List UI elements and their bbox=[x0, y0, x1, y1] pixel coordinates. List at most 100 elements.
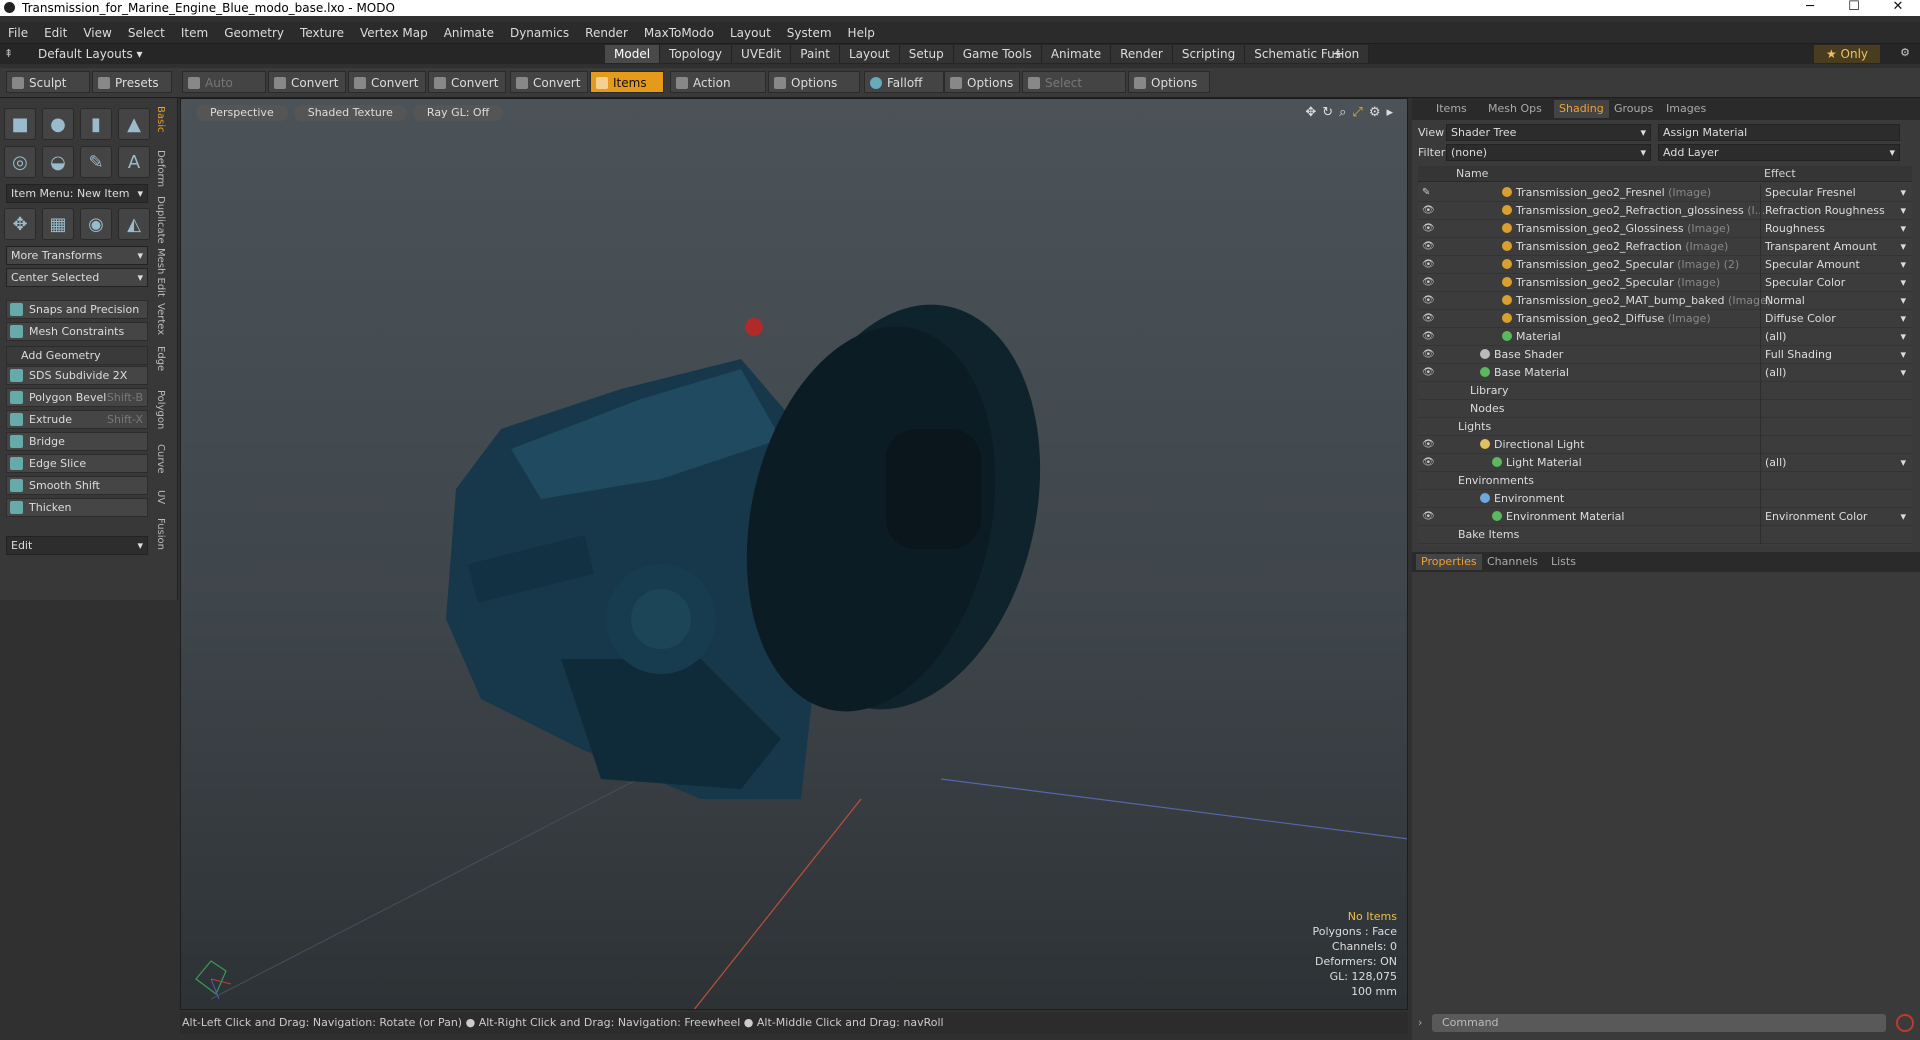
visibility-eye-icon[interactable]: 👁 bbox=[1422, 310, 1435, 328]
vtab-vertex[interactable]: Vertex bbox=[155, 303, 166, 335]
tool-polygon-bevel[interactable]: Polygon Bevel Shift-B bbox=[6, 388, 148, 407]
filter-dropdown[interactable]: (none) bbox=[1446, 144, 1651, 161]
rotate-icon[interactable]: ◉ bbox=[80, 208, 112, 240]
tool-sds-subdivide-2x[interactable]: SDS Subdivide 2X bbox=[6, 366, 148, 385]
menu-help[interactable]: Help bbox=[840, 22, 883, 44]
ptab-properties[interactable]: Properties bbox=[1416, 554, 1482, 570]
effect-cell[interactable]: Specular Color bbox=[1760, 274, 1912, 292]
effect-cell[interactable]: Specular Fresnel bbox=[1760, 184, 1912, 202]
tool-smooth-shift[interactable]: Smooth Shift bbox=[6, 476, 148, 495]
effect-cell[interactable]: Refraction Roughness bbox=[1760, 202, 1912, 220]
tree-row[interactable]: 👁 Directional Light bbox=[1418, 436, 1912, 454]
settings-icon[interactable]: ⚙ bbox=[1369, 105, 1381, 120]
tree-row[interactable]: ✎ Transmission_geo2_Fresnel (Image) Specul… bbox=[1418, 184, 1912, 202]
pen-icon[interactable]: ✎ bbox=[80, 146, 112, 178]
menu-edit[interactable]: Edit bbox=[36, 22, 75, 44]
assign-material-button[interactable]: Assign Material bbox=[1658, 124, 1900, 141]
3d-viewport[interactable]: Perspective Shaded Texture Ray GL: Off ✥… bbox=[180, 98, 1408, 1010]
tree-row[interactable]: 👁 Transmission_geo2_Specular (Image) Specu… bbox=[1418, 274, 1912, 292]
sphere-icon[interactable]: ● bbox=[42, 108, 74, 140]
effect-cell[interactable]: Environment Color bbox=[1760, 508, 1912, 526]
add-geometry-header[interactable]: Add Geometry bbox=[6, 346, 148, 365]
tree-row[interactable]: Library bbox=[1418, 382, 1912, 400]
visibility-eye-icon[interactable]: 👁 bbox=[1422, 364, 1435, 382]
tree-row[interactable]: Bake Items bbox=[1418, 526, 1912, 544]
item-menu-dropdown[interactable]: Item Menu: New Item bbox=[6, 184, 148, 203]
only-button[interactable]: ★ Only bbox=[1814, 45, 1880, 63]
vtab-basic[interactable]: Basic bbox=[155, 106, 166, 132]
tree-row[interactable]: 👁 Transmission_geo2_Refraction_glossiness… bbox=[1418, 202, 1912, 220]
vtab-duplicate[interactable]: Duplicate bbox=[155, 196, 166, 244]
convert-button-1[interactable]: Convert bbox=[268, 71, 346, 93]
effect-cell[interactable]: Specular Amount bbox=[1760, 256, 1912, 274]
effect-cell[interactable]: Full Shading bbox=[1760, 346, 1912, 364]
visibility-eye-icon[interactable]: 👁 bbox=[1422, 274, 1435, 292]
effect-cell[interactable]: Diffuse Color bbox=[1760, 310, 1912, 328]
add-tab-icon[interactable]: + bbox=[1332, 44, 1344, 64]
options-button-2[interactable]: Options bbox=[944, 71, 1020, 93]
tree-row[interactable]: Nodes bbox=[1418, 400, 1912, 418]
grid-icon[interactable]: ▦ bbox=[42, 208, 74, 240]
effect-cell[interactable]: Normal bbox=[1760, 292, 1912, 310]
tool-extrude[interactable]: Extrude Shift-X bbox=[6, 410, 148, 429]
zoom-icon[interactable]: ⌕ bbox=[1339, 105, 1346, 120]
name-column-header[interactable]: Name bbox=[1456, 167, 1488, 180]
menu-animate[interactable]: Animate bbox=[436, 22, 502, 44]
expand-icon[interactable]: ▸ bbox=[1386, 105, 1393, 120]
more-transforms-dropdown[interactable]: More Transforms bbox=[6, 246, 148, 265]
action-center-button[interactable]: Action Center bbox=[670, 71, 766, 112]
shaded-texture-button[interactable]: Shaded Texture bbox=[293, 105, 407, 121]
close-button[interactable]: ✕ bbox=[1876, 0, 1920, 16]
vtab-uv[interactable]: UV bbox=[155, 490, 166, 504]
tree-row[interactable]: Environment bbox=[1418, 490, 1912, 508]
raygl-button[interactable]: Ray GL: Off bbox=[412, 105, 504, 121]
auto-select-button[interactable]: Auto Select bbox=[182, 71, 266, 112]
edit-dropdown[interactable]: Edit bbox=[6, 536, 148, 555]
add-layer-dropdown[interactable]: Add Layer bbox=[1658, 144, 1900, 161]
default-layouts-dropdown[interactable]: Default Layouts ▾ bbox=[38, 44, 143, 64]
tab-game-tools[interactable]: Game Tools bbox=[953, 45, 1042, 63]
tree-row[interactable]: 👁 Transmission_geo2_Specular (Image) (2) S… bbox=[1418, 256, 1912, 274]
menu-file[interactable]: File bbox=[0, 22, 36, 44]
vtab-polygon[interactable]: Polygon bbox=[155, 390, 166, 429]
tree-row[interactable]: 👁 Transmission_geo2_Refraction (Image) Tra… bbox=[1418, 238, 1912, 256]
vtab-edge[interactable]: Edge bbox=[155, 346, 166, 371]
tree-row[interactable]: 👁 Transmission_geo2_MAT_bump_baked (Image… bbox=[1418, 292, 1912, 310]
presets-button[interactable]: Presets F6 bbox=[92, 71, 172, 112]
effect-cell[interactable]: (all) bbox=[1760, 328, 1912, 346]
tab-paint[interactable]: Paint bbox=[791, 45, 840, 63]
visibility-eye-icon[interactable]: 👁 bbox=[1422, 436, 1435, 454]
convert-button-4[interactable]: Convert bbox=[510, 71, 588, 93]
menu-maxtomodo[interactable]: MaxToModo bbox=[636, 22, 722, 44]
visibility-eye-icon[interactable]: ✎ bbox=[1422, 184, 1430, 202]
menu-geometry[interactable]: Geometry bbox=[216, 22, 292, 44]
snaps-precision-button[interactable]: Snaps and Precision bbox=[6, 300, 148, 319]
select-through-button[interactable]: Select Through bbox=[1022, 71, 1126, 112]
tree-row[interactable]: 👁 Material (all) bbox=[1418, 328, 1912, 346]
visibility-eye-icon[interactable]: 👁 bbox=[1422, 454, 1435, 472]
torus-icon[interactable]: ◎ bbox=[4, 146, 36, 178]
tree-row[interactable]: 👁 Transmission_geo2_Glossiness (Image) Rou… bbox=[1418, 220, 1912, 238]
visibility-eye-icon[interactable]: 👁 bbox=[1422, 328, 1435, 346]
items-button[interactable]: Items bbox=[590, 71, 664, 93]
move-icon[interactable]: ✥ bbox=[1305, 105, 1316, 120]
tab-setup[interactable]: Setup bbox=[899, 45, 954, 63]
center-selected-dropdown[interactable]: Center Selected bbox=[6, 268, 148, 287]
rtab-images[interactable]: Images bbox=[1666, 102, 1706, 115]
tab-layout[interactable]: Layout bbox=[839, 45, 900, 63]
gear-icon[interactable]: ⚙ bbox=[1900, 46, 1910, 59]
menu-system[interactable]: System bbox=[779, 22, 840, 44]
tab-scripting[interactable]: Scripting bbox=[1172, 45, 1246, 63]
menu-render[interactable]: Render bbox=[577, 22, 636, 44]
visibility-eye-icon[interactable]: 👁 bbox=[1422, 256, 1435, 274]
text-icon[interactable]: A bbox=[118, 146, 150, 178]
tab-topology[interactable]: Topology bbox=[660, 45, 733, 63]
command-input[interactable]: Command bbox=[1432, 1014, 1886, 1032]
tool-thicken[interactable]: Thicken bbox=[6, 498, 148, 517]
layout-icon[interactable]: ⇞ bbox=[4, 47, 13, 60]
menu-layout[interactable]: Layout bbox=[722, 22, 779, 44]
visibility-eye-icon[interactable]: 👁 bbox=[1422, 346, 1435, 364]
cylinder-icon[interactable]: ▮ bbox=[80, 108, 112, 140]
convert-button-2[interactable]: Convert bbox=[348, 71, 426, 93]
vtab-mesh-edit[interactable]: Mesh Edit bbox=[155, 248, 166, 297]
